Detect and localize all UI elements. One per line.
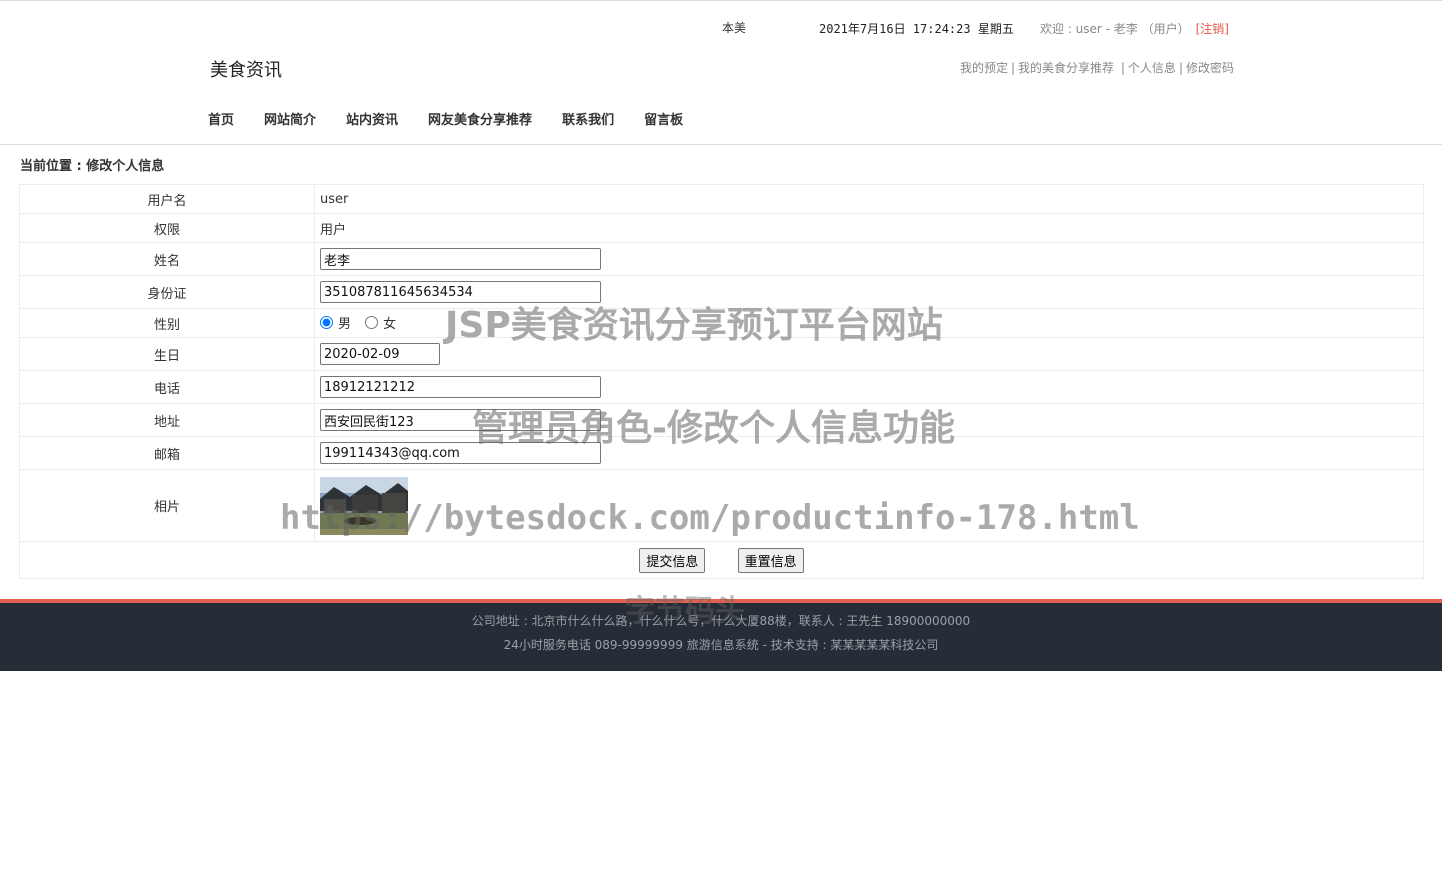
nav-news[interactable]: 站内资讯 xyxy=(346,109,398,128)
separator: | xyxy=(1117,61,1125,75)
name-input[interactable] xyxy=(320,248,601,270)
birthday-input[interactable] xyxy=(320,343,440,365)
welcome-text: 欢迎 : user - 老李 （用户） xyxy=(1040,22,1190,36)
form-row-gender: 性别 男 女 xyxy=(19,308,1424,338)
profile-photo xyxy=(320,476,408,535)
name-label: 姓名 xyxy=(19,242,315,276)
weather-text: 本美 xyxy=(722,21,747,35)
birthday-label: 生日 xyxy=(19,337,315,371)
separator: | xyxy=(1178,61,1183,75)
footer: 公司地址 : 北京市什么什么路，什么什么号，什么大厦88楼，联系人 : 王先生 … xyxy=(0,599,1442,671)
submit-button[interactable]: 提交信息 xyxy=(639,547,706,573)
datetime-text: 2021年7月16日 17:24:23 星期五 xyxy=(819,22,1014,36)
link-my-shares[interactable]: 我的美食分享推荐 xyxy=(1018,61,1114,75)
form-row-username: 用户名 user xyxy=(19,184,1424,214)
footer-contact: 24小时服务电话 089-99999999 旅游信息系统 - 技术支持 : 某某… xyxy=(503,638,939,652)
phone-input[interactable] xyxy=(320,376,601,398)
idcard-label: 身份证 xyxy=(19,275,315,309)
address-input[interactable] xyxy=(320,409,601,431)
form-row-email: 邮箱 xyxy=(19,436,1424,470)
user-links: 我的预定 | 我的美食分享推荐 | 个人信息 | 修改密码 xyxy=(960,59,1234,76)
idcard-input[interactable] xyxy=(320,281,601,303)
form-row-actions: 提交信息 重置信息 xyxy=(19,541,1424,579)
nav-guestbook[interactable]: 留言板 xyxy=(644,109,683,128)
photo-label: 相片 xyxy=(19,469,315,542)
link-profile[interactable]: 个人信息 xyxy=(1128,61,1176,75)
gender-male-radio[interactable] xyxy=(320,316,333,329)
address-label: 地址 xyxy=(19,403,315,437)
nav-home[interactable]: 首页 xyxy=(208,109,234,128)
username-value: user xyxy=(314,184,1424,214)
nav-contact[interactable]: 联系我们 xyxy=(562,109,614,128)
form-row-photo: 相片 xyxy=(19,469,1424,542)
form-row-phone: 电话 xyxy=(19,370,1424,404)
form-row-birthday: 生日 xyxy=(19,337,1424,371)
form-row-name: 姓名 xyxy=(19,242,1424,276)
phone-label: 电话 xyxy=(19,370,315,404)
email-label: 邮箱 xyxy=(19,436,315,470)
breadcrumb: 当前位置 : 修改个人信息 xyxy=(20,159,165,174)
form-row-role: 权限 用户 xyxy=(19,213,1424,243)
link-change-password[interactable]: 修改密码 xyxy=(1186,61,1234,75)
welcome-bar: 欢迎 : user - 老李 （用户） [注销] xyxy=(1040,20,1229,37)
gender-label: 性别 xyxy=(19,308,315,338)
footer-address: 公司地址 : 北京市什么什么路，什么什么号，什么大厦88楼，联系人 : 王先生 … xyxy=(471,614,971,628)
main-nav: 首页 网站简介 站内资讯 网友美食分享推荐 联系我们 留言板 xyxy=(208,109,683,128)
site-title: 美食资讯 xyxy=(210,60,282,81)
profile-form: 用户名 user 权限 用户 姓名 身份证 性别 男 女 生日 电话 地址 邮箱… xyxy=(19,184,1424,579)
reset-button[interactable]: 重置信息 xyxy=(737,547,804,573)
form-row-idcard: 身份证 xyxy=(19,275,1424,309)
nav-about[interactable]: 网站简介 xyxy=(264,109,316,128)
link-my-bookings[interactable]: 我的预定 xyxy=(960,61,1008,75)
nav-shares[interactable]: 网友美食分享推荐 xyxy=(428,109,532,128)
gender-female-option[interactable]: 女 xyxy=(365,313,396,332)
username-label: 用户名 xyxy=(19,184,315,214)
role-label: 权限 xyxy=(19,213,315,243)
gender-male-option[interactable]: 男 xyxy=(320,313,351,332)
gender-female-radio[interactable] xyxy=(365,316,379,329)
separator: | xyxy=(1011,61,1016,75)
header: 本美 2021年7月16日 17:24:23 星期五 欢迎 : user - 老… xyxy=(0,1,1442,145)
gender-male-label: 男 xyxy=(338,317,352,332)
email-input[interactable] xyxy=(320,442,601,464)
form-row-address: 地址 xyxy=(19,403,1424,437)
logout-link[interactable]: [注销] xyxy=(1196,22,1229,36)
role-value: 用户 xyxy=(314,213,1424,243)
gender-female-label: 女 xyxy=(383,317,397,332)
